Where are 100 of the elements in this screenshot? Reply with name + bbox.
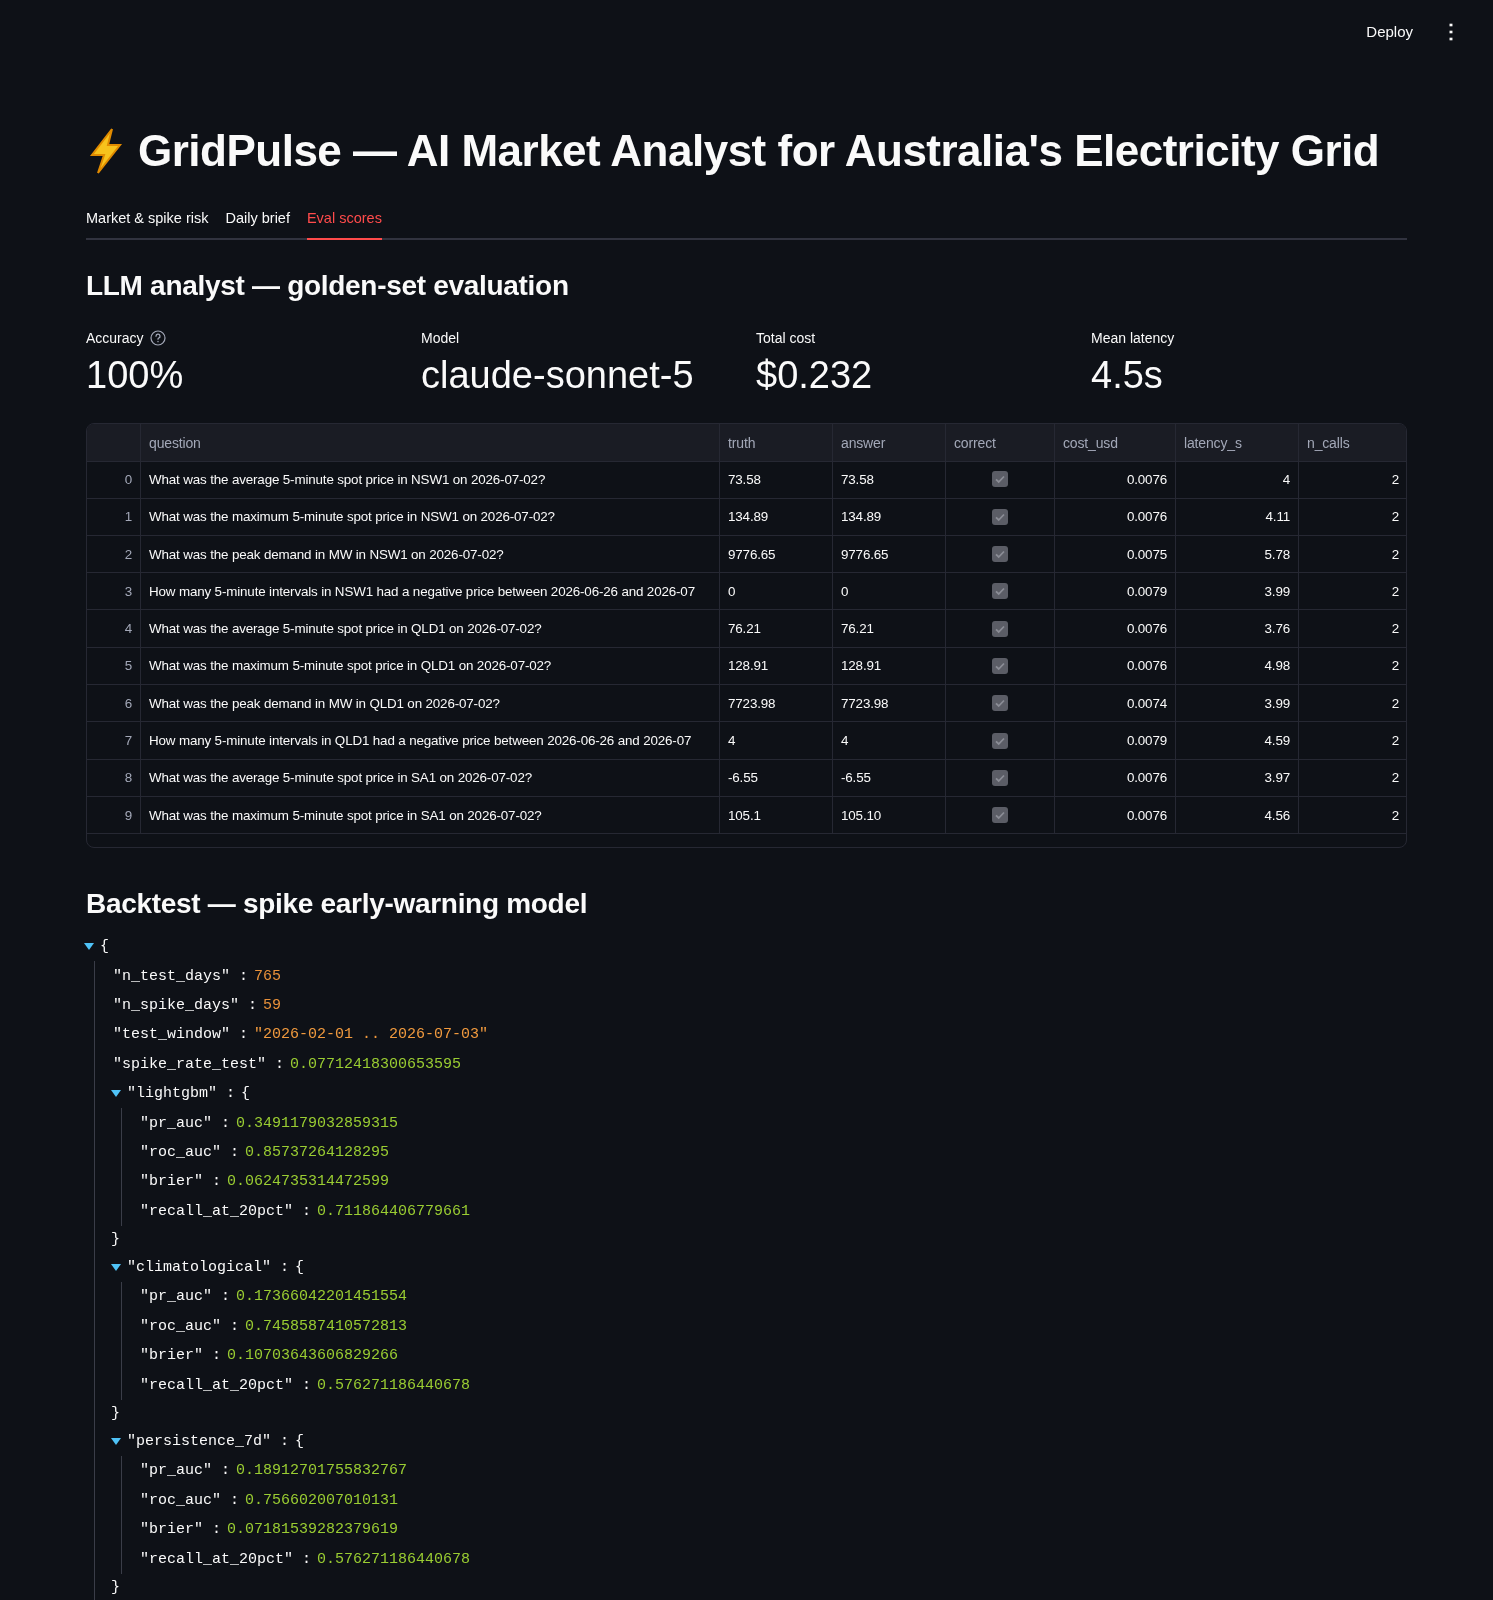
close-brace: } xyxy=(111,1230,120,1248)
json-value: "2026-02-01 .. 2026-07-03" xyxy=(254,1026,489,1044)
table-cell: 0.0074 xyxy=(1126,695,1167,711)
caret-icon[interactable] xyxy=(84,942,94,951)
checkbox[interactable] xyxy=(992,583,1008,600)
caret-icon[interactable] xyxy=(111,1263,121,1272)
json-key: "brier" : xyxy=(140,1173,221,1191)
table-cell: 105.10 xyxy=(841,807,882,823)
table-cell: What was the maximum 5-minute spot price in NSW1 on 2026-07-02? xyxy=(149,509,555,525)
table-cell: What was the peak demand in MW in NSW1 on 2026-07-02? xyxy=(149,546,504,562)
open-brace: { xyxy=(295,1433,305,1451)
column-header[interactable]: answer xyxy=(841,434,886,451)
table-cell: 0.0075 xyxy=(1126,546,1167,562)
table-cell: How many 5-minute intervals in NSW1 had a negative price between 2026-06-26 and 2026-07 xyxy=(149,583,695,599)
json-key: "n_test_days" : xyxy=(113,967,249,985)
table-cell: 2 xyxy=(1391,658,1399,674)
row-index: 6 xyxy=(124,695,132,711)
table-cell: 73.58 xyxy=(728,471,761,487)
close-brace: } xyxy=(111,1578,120,1596)
row-index: 0 xyxy=(124,471,132,487)
table-cell: 76.21 xyxy=(728,621,761,637)
caret-icon[interactable] xyxy=(111,1437,121,1446)
checkbox[interactable] xyxy=(992,769,1008,786)
table-cell: How many 5-minute intervals in QLD1 had a negative price between 2026-06-26 and 2026-07 xyxy=(149,733,692,748)
checkbox[interactable] xyxy=(992,620,1008,637)
json-value: 0.07181539282379619 xyxy=(227,1521,399,1539)
table-cell: 3.99 xyxy=(1264,583,1290,599)
table-cell: 0.0079 xyxy=(1126,583,1167,599)
table-cell: 4.98 xyxy=(1264,658,1290,674)
table-cell: 0.0076 xyxy=(1126,770,1167,786)
row-index: 3 xyxy=(124,583,132,599)
column-header[interactable]: n_calls xyxy=(1307,434,1350,451)
metric-value: $0.232 xyxy=(756,354,874,397)
column-header[interactable]: latency_s xyxy=(1184,434,1242,451)
column-header[interactable]: question xyxy=(149,434,201,451)
table-cell: 7723.98 xyxy=(841,695,889,711)
table-cell: 2 xyxy=(1391,621,1399,637)
checkbox[interactable] xyxy=(992,508,1008,525)
row-index: 7 xyxy=(124,733,132,748)
table-cell: What was the maximum 5-minute spot price in SA1 on 2026-07-02? xyxy=(149,807,542,823)
open-brace: { xyxy=(100,938,109,956)
json-key: "pr_auc" : xyxy=(140,1462,230,1480)
checkbox[interactable] xyxy=(992,695,1008,712)
table-cell: 0 xyxy=(728,583,736,599)
checkbox[interactable] xyxy=(992,546,1008,563)
table-cell: 0 xyxy=(841,583,849,599)
json-value: 59 xyxy=(263,996,282,1014)
checkbox[interactable] xyxy=(992,471,1008,488)
table-cell: 0.0076 xyxy=(1126,658,1167,674)
table-cell: 4 xyxy=(841,733,849,748)
section-heading: LLM analyst — golden-set evaluation xyxy=(86,270,570,302)
close-brace: } xyxy=(111,1404,120,1422)
table-cell: 3.76 xyxy=(1264,621,1290,637)
table-cell: What was the average 5-minute spot price in NSW1 on 2026-07-02? xyxy=(149,471,546,487)
section-heading: Backtest — spike early-warning model xyxy=(86,888,589,920)
table-cell: What was the maximum 5-minute spot price in QLD1 on 2026-07-02? xyxy=(149,658,552,674)
table-cell: 7723.98 xyxy=(728,695,776,711)
json-value: 0.711864406779661 xyxy=(317,1202,471,1220)
json-key: "climatological" : xyxy=(127,1259,290,1277)
table-cell: 2 xyxy=(1391,733,1399,748)
deploy-button[interactable]: Deploy xyxy=(1362,16,1417,46)
table-cell: 128.91 xyxy=(728,658,769,674)
json-key: "recall_at_20pct" : xyxy=(140,1202,312,1220)
table-cell: What was the peak demand in MW in QLD1 on 2026-07-02? xyxy=(149,695,500,711)
tab[interactable]: Daily brief xyxy=(225,204,290,240)
row-index: 8 xyxy=(124,770,132,786)
table-cell: -6.55 xyxy=(841,770,871,786)
metric-value: 100% xyxy=(86,354,185,397)
table-cell: 4.59 xyxy=(1264,733,1290,748)
table-cell: 76.21 xyxy=(841,621,874,637)
table-cell: 4.56 xyxy=(1264,807,1290,823)
table-cell: 73.58 xyxy=(841,471,874,487)
table-cell: What was the average 5-minute spot price in QLD1 on 2026-07-02? xyxy=(149,621,542,637)
menu-button[interactable]: ⋮ xyxy=(1435,15,1467,47)
row-index: 9 xyxy=(124,807,132,823)
json-key: "lightgbm" : xyxy=(127,1085,236,1103)
json-value: 0.17366042201451554 xyxy=(236,1288,408,1306)
table-cell: 2 xyxy=(1391,770,1399,786)
column-header[interactable]: cost_usd xyxy=(1063,434,1118,451)
table-cell: 2 xyxy=(1391,509,1399,525)
column-header[interactable]: truth xyxy=(728,434,756,451)
checkbox[interactable] xyxy=(992,657,1008,674)
table-cell: 9776.65 xyxy=(728,546,776,562)
table-cell: 0.0076 xyxy=(1126,621,1167,637)
json-value: 0.576271186440678 xyxy=(317,1376,471,1394)
table-cell: 2 xyxy=(1391,546,1399,562)
column-header[interactable]: correct xyxy=(954,434,996,451)
tab[interactable]: Eval scores xyxy=(306,204,382,240)
json-key: "brier" : xyxy=(140,1347,221,1365)
table-cell: 134.89 xyxy=(841,509,882,525)
help-icon[interactable] xyxy=(149,330,166,346)
checkbox[interactable] xyxy=(992,732,1008,749)
table-cell: -6.55 xyxy=(728,770,758,786)
json-key: "pr_auc" : xyxy=(140,1114,230,1132)
tab[interactable]: Market & spike risk xyxy=(86,204,209,240)
json-key: "recall_at_20pct" : xyxy=(140,1376,312,1394)
json-value: 0.756602007010131 xyxy=(245,1491,399,1509)
open-brace: { xyxy=(241,1085,251,1103)
checkbox[interactable] xyxy=(992,807,1008,824)
caret-icon[interactable] xyxy=(111,1089,121,1098)
